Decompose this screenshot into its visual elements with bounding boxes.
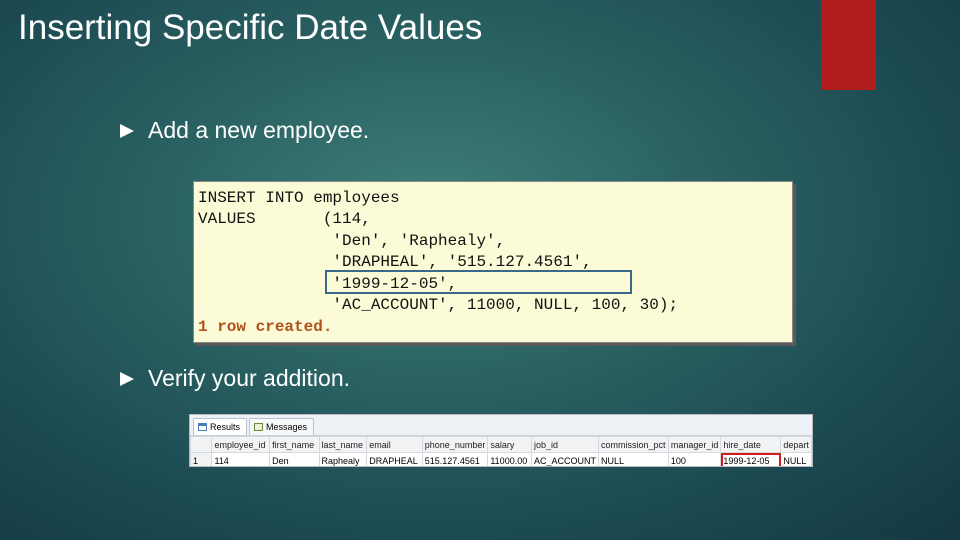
column-header[interactable]: commission_pct	[597, 436, 669, 453]
table-cell[interactable]: DRAPHEAL	[366, 452, 423, 466]
row-header-corner	[190, 436, 213, 453]
accent-bar	[821, 0, 876, 90]
tab-label: Messages	[266, 422, 308, 432]
results-grid: Results Messages employee_id first_name …	[189, 414, 813, 467]
column-header[interactable]: manager_id	[667, 436, 722, 453]
table-cell[interactable]: 11000.00	[487, 452, 532, 466]
column-header[interactable]: phone_number	[421, 436, 489, 453]
code-line: VALUES (114,	[198, 210, 371, 228]
hire-date-cell[interactable]: 1999-12-05	[720, 452, 782, 466]
bullet-text: Verify your addition.	[148, 365, 351, 391]
row-number[interactable]: 1	[190, 452, 213, 466]
bullet-text: Add a new employee.	[148, 117, 370, 143]
code-line: INSERT INTO employees	[198, 189, 400, 207]
bullet-add-employee: Add a new employee.	[120, 117, 369, 144]
grid-tab-bar: Results Messages	[190, 415, 812, 436]
column-header[interactable]: email	[366, 436, 423, 453]
sql-code-box: INSERT INTO employees VALUES (114, 'Den'…	[193, 181, 793, 343]
table-row: 1 114 Den Raphealy DRAPHEAL 515.127.4561…	[190, 452, 812, 466]
tab-label: Results	[210, 422, 241, 432]
column-header[interactable]: last_name	[318, 436, 368, 453]
bullet-verify-addition: Verify your addition.	[120, 365, 350, 392]
results-table: employee_id first_name last_name email p…	[190, 436, 812, 466]
bullet-arrow-icon	[120, 123, 134, 138]
column-header[interactable]: employee_id	[211, 436, 271, 453]
table-cell[interactable]: AC_ACCOUNT	[530, 452, 599, 466]
table-cell[interactable]: Den	[269, 452, 320, 466]
code-line: 'DRAPHEAL', '515.127.4561',	[198, 253, 592, 271]
result-message: 1 row created.	[198, 318, 333, 336]
table-cell[interactable]: NULL	[780, 452, 812, 466]
table-cell[interactable]: 515.127.4561	[421, 452, 489, 466]
slide-title: Inserting Specific Date Values	[18, 8, 483, 47]
tab-results[interactable]: Results	[193, 418, 248, 435]
messages-icon	[254, 423, 264, 431]
code-line: 'Den', 'Raphealy',	[198, 232, 506, 250]
column-header[interactable]: depart	[780, 436, 812, 453]
date-highlight-box	[325, 270, 632, 294]
tab-messages[interactable]: Messages	[249, 418, 315, 435]
bullet-arrow-icon	[120, 371, 134, 386]
table-cell[interactable]: NULL	[597, 452, 669, 466]
table-cell[interactable]: 114	[211, 452, 271, 466]
grid-icon	[198, 423, 207, 431]
column-header[interactable]: first_name	[269, 436, 320, 453]
column-header[interactable]: salary	[487, 436, 532, 453]
table-header-row: employee_id first_name last_name email p…	[190, 436, 812, 453]
column-header[interactable]: hire_date	[720, 436, 782, 453]
column-header[interactable]: job_id	[530, 436, 599, 453]
table-cell[interactable]: Raphealy	[318, 452, 368, 466]
code-line: 'AC_ACCOUNT', 11000, NULL, 100, 30);	[198, 296, 679, 314]
table-cell[interactable]: 100	[667, 452, 722, 466]
